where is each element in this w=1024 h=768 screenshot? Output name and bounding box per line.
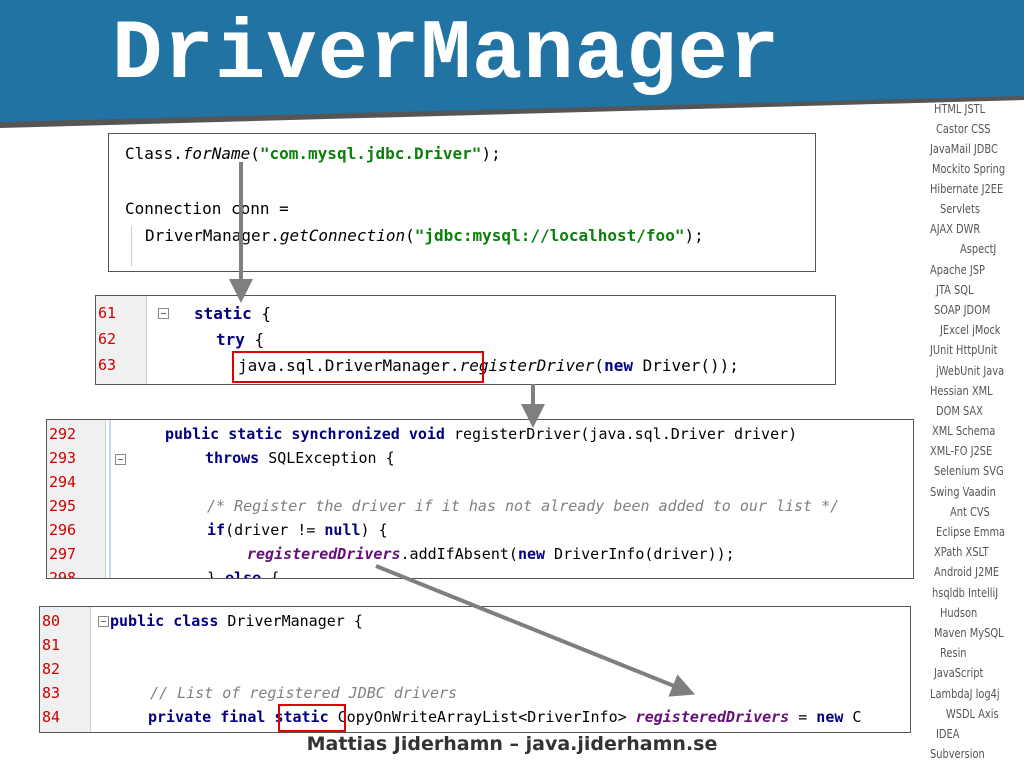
line-number: 81 [42,636,61,654]
line-number: 296 [49,521,77,539]
code-line: throws SQLException { [205,449,395,467]
footer-credit: Mattias Jiderhamn – java.jiderhamn.se [306,733,718,755]
line-number: 80 [42,612,61,630]
tag-cloud-line: SOAP JDOM [934,303,991,317]
tag-cloud-line: XML-FO J2SE [930,444,993,458]
tag-cloud-line: Hibernate J2EE [930,182,1004,196]
line-number: 61 [98,304,117,322]
tag-cloud-line: HTML JSTL [934,102,986,116]
tag-cloud-line: Castor CSS [936,122,991,136]
line-number: 295 [49,497,77,515]
code-snippet-usage: Class.forName("com.mysql.jdbc.Driver"); … [108,133,816,272]
fold-icon[interactable] [98,616,109,627]
page-title: DriverManager [112,8,781,103]
code-snippet-class-definition: 80 81 82 83 84 public class DriverManage… [39,606,911,733]
code-comment: /* Register the driver if it has not alr… [207,497,840,515]
code-line: Class.forName("com.mysql.jdbc.Driver"); [125,144,501,163]
tag-cloud-line: Ant CVS [950,505,990,519]
line-gutter: 292 293 294 295 296 297 298 [47,420,106,578]
line-number: 293 [49,449,77,467]
tag-cloud-line: JavaMail JDBC [930,142,998,156]
tag-cloud-line: JUnit HttpUnit [930,343,998,357]
tag-cloud-line: AspectJ [960,242,997,256]
line-number: 298 [49,569,77,579]
line-gutter: 61 62 63 [96,296,147,384]
code-line: private final static CopyOnWriteArrayLis… [148,708,862,726]
line-number: 84 [42,708,61,726]
code-line: Connection conn = [125,199,289,218]
tag-cloud-line: Swing Vaadin [930,485,996,499]
technology-tag-cloud: HTML JSTL Castor CSS JavaMail JDBC Mocki… [926,100,1024,768]
tag-cloud-line: Servlets [940,202,980,216]
tag-cloud-line: JavaScript [934,666,984,680]
tag-cloud-line: JExcel jMock [940,323,1001,337]
tag-cloud-line: Resin [940,646,967,660]
line-number: 62 [98,330,117,348]
tag-cloud-line: AJAX DWR [930,222,981,236]
code-line: if(driver != null) { [207,521,388,539]
code-comment: // List of registered JDBC drivers [150,684,458,702]
line-number: 294 [49,473,77,491]
tag-cloud-line: Android J2ME [934,565,1000,579]
tag-cloud-line: WSDL Axis [946,707,999,721]
code-line: public static synchronized void register… [165,425,798,443]
tag-cloud-line: Hudson [940,606,978,620]
tag-cloud-line: Apache JSP [930,263,985,277]
tag-cloud-line: jWebUnit Java [936,364,1005,378]
tag-cloud-line: LambdaJ log4j [930,687,1000,701]
tag-cloud-line: Mockito Spring [932,162,1006,176]
tag-cloud-line: Maven MySQL [934,626,1004,640]
line-number: 63 [98,356,117,374]
code-snippet-register-driver: 292 293 294 295 296 297 298 public stati… [46,419,914,579]
line-gutter: 80 81 82 83 84 [40,607,91,732]
tag-cloud-line: Selenium SVG [934,464,1004,478]
code-line: public class DriverManager { [110,612,363,630]
highlight-box [232,351,484,383]
tag-cloud-line: XPath XSLT [934,545,989,559]
fold-icon[interactable] [158,308,169,319]
tag-cloud-line: XML Schema [932,424,996,438]
line-number: 82 [42,660,61,678]
code-snippet-mysql-driver: 61 62 63 static { try { java.sql.DriverM… [95,295,836,385]
line-number: 292 [49,425,77,443]
code-line: registeredDrivers.addIfAbsent(new Driver… [247,545,735,563]
tag-cloud-line: hsqldb IntelliJ [932,586,999,600]
code-line: static { [194,304,272,323]
highlight-box [278,704,346,732]
tag-cloud-line: JTA SQL [936,283,974,297]
line-number: 297 [49,545,77,563]
tag-cloud-line: Hessian XML [930,384,993,398]
title-banner: DriverManager [0,0,1024,130]
code-line: } else { [207,569,280,579]
tag-cloud-line: Eclipse Emma [936,525,1006,539]
tag-cloud-line: DOM SAX [936,404,983,418]
line-number: 83 [42,684,61,702]
code-line: DriverManager.getConnection("jdbc:mysql:… [145,226,704,245]
code-line: try { [216,330,265,349]
fold-icon[interactable] [115,454,126,465]
